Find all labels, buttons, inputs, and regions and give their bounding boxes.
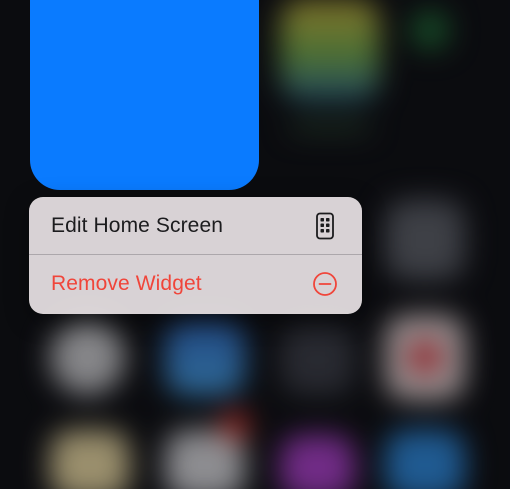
- minus-circle-icon: [312, 271, 338, 297]
- home-screen: Edit Home Screen Remove Widget: [0, 0, 510, 489]
- remove-widget-menu-item[interactable]: Remove Widget: [29, 255, 362, 313]
- widget-context-menu: Edit Home Screen Remove Widget: [29, 197, 362, 314]
- remove-widget-label: Remove Widget: [51, 272, 202, 295]
- phone-apps-icon: [312, 212, 338, 240]
- edit-home-screen-menu-item[interactable]: Edit Home Screen: [29, 197, 362, 255]
- edit-home-screen-label: Edit Home Screen: [51, 214, 224, 237]
- blue-widget[interactable]: [30, 0, 259, 190]
